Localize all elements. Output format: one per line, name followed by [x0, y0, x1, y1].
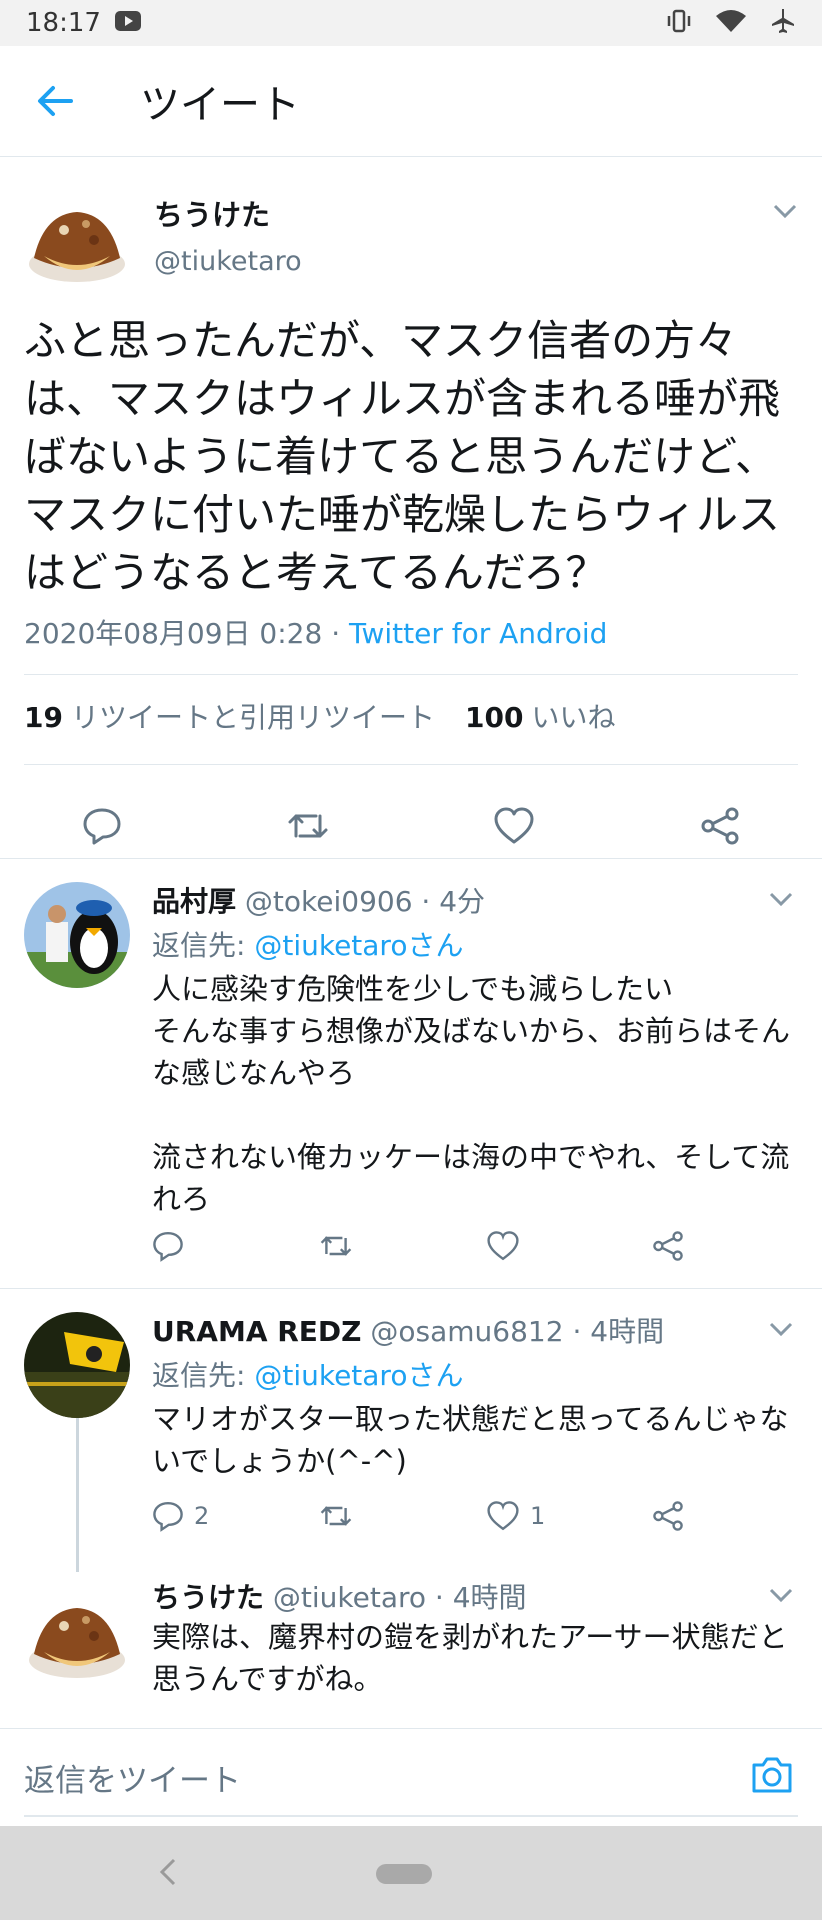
- author-name: ちうけた: [154, 198, 271, 232]
- tweet-text: ふと思ったんだが、マスク信者の方々は、マスクはウィルスが含まれる唾が飛ばないよう…: [24, 316, 781, 597]
- divider: [24, 764, 798, 765]
- author-name: ちうけた: [152, 1581, 265, 1614]
- nav-home-pill[interactable]: [376, 1864, 432, 1884]
- heart-icon: [487, 1501, 519, 1531]
- reply-to-mention[interactable]: @tiuketaroさん: [254, 929, 463, 962]
- like-button[interactable]: [486, 1230, 530, 1262]
- retweet-icon: [288, 814, 328, 838]
- retweet-icon: [320, 1236, 352, 1256]
- tweet-datetime: 2020年08月09日 0:28: [24, 617, 323, 650]
- retweet-button[interactable]: [318, 1230, 354, 1262]
- retweets-label: リツイートと引用リツイート: [70, 701, 435, 734]
- reply-to: 返信先: @tiuketaroさん: [152, 924, 463, 964]
- back-button[interactable]: [0, 46, 110, 156]
- arrow-left-icon: [38, 86, 73, 116]
- section-separator: [0, 1288, 822, 1289]
- avatar[interactable]: [24, 194, 130, 300]
- vibrate-icon: [666, 9, 692, 37]
- likes-label: いいね: [531, 701, 616, 734]
- reply-input[interactable]: 返信をツイート: [24, 1755, 241, 1800]
- youtube-icon: [114, 11, 141, 35]
- reply-button[interactable]: [74, 798, 130, 854]
- reply-icon: [153, 1231, 183, 1262]
- reply-button[interactable]: [152, 1230, 194, 1262]
- camera-icon: [752, 1757, 792, 1793]
- retweet-icon: [320, 1506, 352, 1526]
- author-handle: @tiuketaro: [154, 246, 302, 277]
- reply-to: 返信先: @tiuketaroさん: [152, 1354, 463, 1394]
- like-button[interactable]: [486, 798, 542, 854]
- chevron-down-icon: [773, 204, 797, 219]
- share-button[interactable]: [652, 1230, 684, 1262]
- avatar[interactable]: [24, 1590, 130, 1696]
- tweet-menu-button[interactable]: [770, 196, 800, 226]
- reply-to-label: 返信先:: [152, 1359, 255, 1392]
- reply-compose-bar: 返信をツイート: [0, 1728, 822, 1825]
- heart-icon: [494, 807, 534, 844]
- share-icon: [653, 1501, 683, 1531]
- author-name: URAMA REDZ: [152, 1315, 362, 1348]
- likes-stat[interactable]: 100 いいね: [465, 696, 615, 736]
- reply-header: URAMA REDZ @osamu6812 · 4時間: [152, 1310, 664, 1350]
- author-handle-time: @tiuketaro · 4時間: [272, 1581, 527, 1614]
- likes-count: 100: [464, 701, 524, 734]
- tweet-header: ツイート: [0, 46, 822, 157]
- author-handle-time: @osamu6812 · 4時間: [370, 1315, 665, 1348]
- like-button[interactable]: 1: [486, 1500, 545, 1532]
- reply-button[interactable]: 2: [152, 1500, 209, 1532]
- author-handle-time: @tokei0906 · 4分: [244, 885, 486, 918]
- input-underline: [24, 1815, 798, 1817]
- reply-to-label: 返信先:: [152, 929, 255, 962]
- reply-text: 実際は、魔界村の鎧を剥がれたアーサー状態だと思うんですがね。: [152, 1620, 788, 1696]
- status-bar: 18:17: [0, 0, 822, 46]
- retweet-button[interactable]: [318, 1500, 354, 1532]
- like-count: 1: [530, 1502, 546, 1530]
- author-name: 品村厚: [152, 885, 237, 918]
- tweet-menu-button[interactable]: [766, 1314, 796, 1344]
- retweets-count: 19: [24, 701, 63, 734]
- tweet-meta: 2020年08月09日 0:28 · Twitter for Android: [24, 612, 607, 652]
- reply-header: 品村厚 @tokei0906 · 4分: [152, 880, 485, 920]
- share-button[interactable]: [692, 798, 748, 854]
- status-time: 18:17: [26, 8, 101, 38]
- share-icon: [653, 1231, 683, 1261]
- reply-icon: [153, 1501, 183, 1532]
- meta-separator: ·: [322, 617, 349, 650]
- system-nav-bar: [0, 1826, 822, 1920]
- retweet-button[interactable]: [280, 798, 336, 854]
- chevron-down-icon: [769, 892, 793, 907]
- reply-header: ちうけた @tiuketaro · 4時間: [152, 1576, 527, 1616]
- heart-icon: [487, 1231, 519, 1261]
- reply-to-mention[interactable]: @tiuketaroさん: [254, 1359, 463, 1392]
- retweets-stat[interactable]: 19 リツイートと引用リツイート: [24, 696, 435, 736]
- share-icon: [701, 807, 739, 845]
- wifi-icon: [714, 8, 748, 38]
- page-title: ツイート: [140, 82, 300, 128]
- tweet-stats: 19 リツイートと引用リツイート 100 いいね: [24, 696, 615, 736]
- airplane-icon: [770, 8, 796, 38]
- tweet-menu-button[interactable]: [766, 884, 796, 914]
- chevron-down-icon: [769, 1322, 793, 1337]
- nav-back-button[interactable]: [148, 1852, 188, 1892]
- tweet-actions: [0, 776, 822, 876]
- tweet-menu-button[interactable]: [766, 1580, 796, 1610]
- chevron-left-icon: [159, 1858, 176, 1886]
- reply-text: マリオがスター取った状態だと思ってるんじゃないでしょうか(^-^): [152, 1402, 789, 1478]
- thread-connector: [76, 1418, 79, 1572]
- chevron-down-icon: [769, 1588, 793, 1603]
- camera-button[interactable]: [750, 1755, 794, 1795]
- reply-text: 人に感染す危険性を少しでも減らしたい そんな事すら想像が及ばないから、お前らはそ…: [152, 972, 791, 1216]
- reply-count: 2: [194, 1502, 210, 1530]
- section-separator: [0, 858, 822, 859]
- divider: [24, 674, 798, 675]
- share-button[interactable]: [652, 1500, 684, 1532]
- avatar[interactable]: [24, 882, 130, 988]
- tweet-source-link[interactable]: Twitter for Android: [349, 617, 607, 650]
- reply-icon: [83, 808, 121, 845]
- avatar[interactable]: [24, 1312, 130, 1418]
